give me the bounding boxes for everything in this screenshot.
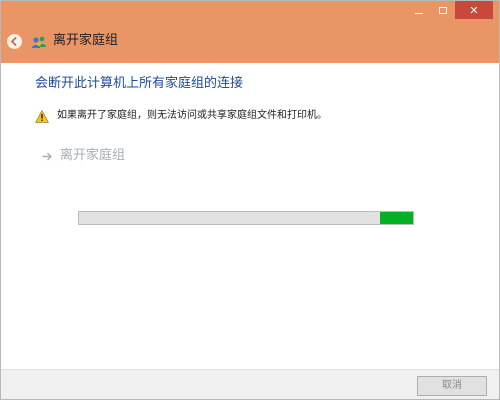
maximize-button[interactable] (431, 1, 455, 19)
warning-text: 如果离开了家庭组，则无法访问或共享家庭组文件和打印机。 (57, 110, 327, 121)
back-arrow-icon (10, 36, 17, 47)
progress-indicator (380, 212, 413, 224)
close-button[interactable]: ✕ (455, 1, 493, 19)
warning-icon (35, 109, 49, 123)
dialog-window: ✕ 离开家庭组 会断开此计算机上所有家庭组的连接 如果离开了家庭组，则无法访问或… (0, 0, 500, 400)
page-heading: 会断开此计算机上所有家庭组的连接 (35, 76, 244, 91)
progress-bar (78, 211, 414, 225)
arrow-right-icon (42, 152, 52, 160)
cancel-button[interactable]: 取消 (417, 376, 487, 396)
minimize-icon (415, 12, 423, 14)
maximize-icon (439, 6, 447, 14)
warning-message: 如果离开了家庭组，则无法访问或共享家庭组文件和打印机。 (35, 109, 327, 123)
minimize-button[interactable] (407, 1, 431, 19)
homegroup-icon (32, 36, 46, 48)
window-title: 离开家庭组 (53, 33, 119, 48)
title-bar: ✕ 离开家庭组 (1, 1, 499, 63)
dialog-footer: 取消 (1, 369, 499, 399)
back-button[interactable] (7, 34, 22, 49)
leave-homegroup-link[interactable]: 离开家庭组 (41, 147, 125, 165)
leave-homegroup-label: 离开家庭组 (60, 148, 126, 163)
caption-buttons: ✕ (407, 1, 493, 19)
